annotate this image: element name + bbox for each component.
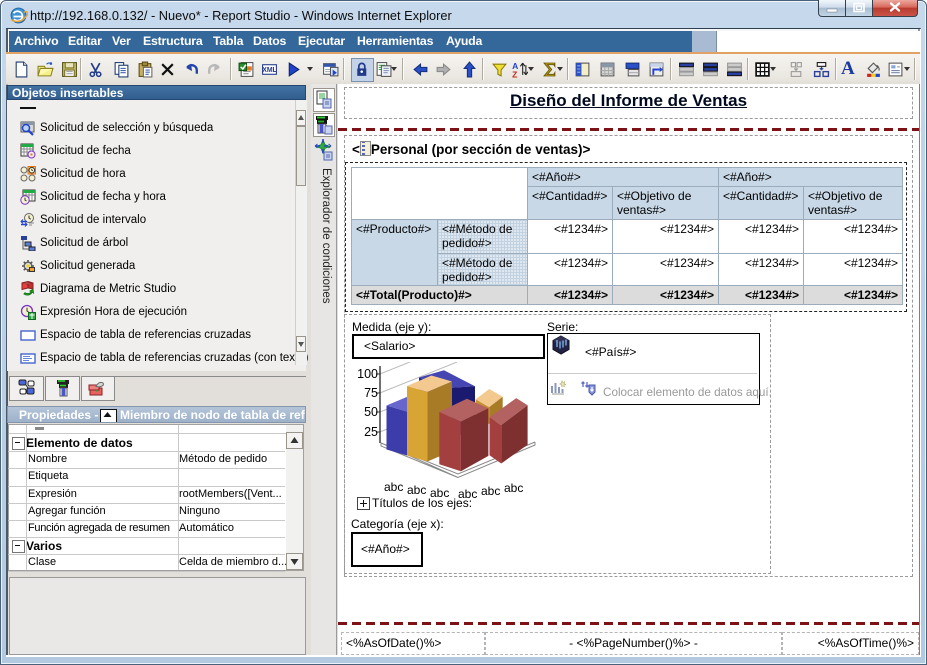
svg-text:50: 50 (364, 405, 378, 419)
svg-text:25: 25 (364, 425, 378, 439)
svg-text:75: 75 (364, 386, 378, 400)
svg-text:Z: Z (512, 69, 517, 78)
svg-text:XML: XML (262, 67, 277, 74)
svg-text:100: 100 (357, 367, 378, 381)
